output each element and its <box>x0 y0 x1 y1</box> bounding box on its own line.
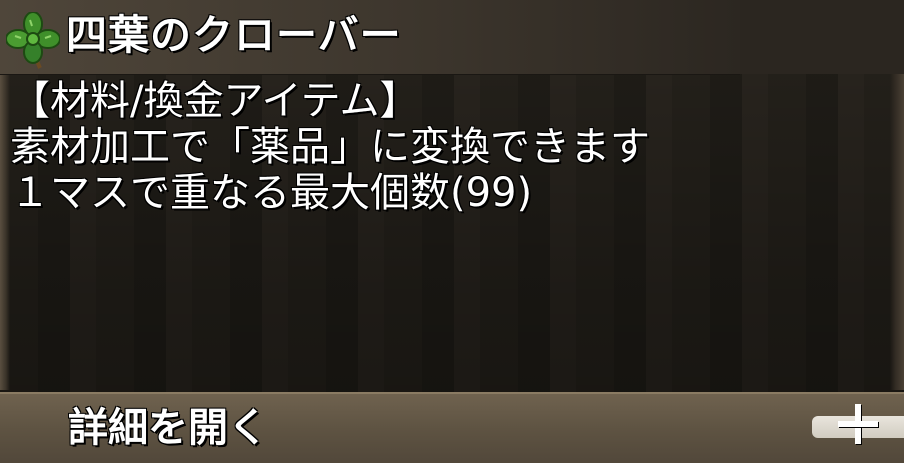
plus-icon[interactable] <box>836 402 880 446</box>
item-title-bar: 四葉のクローバー <box>0 0 740 75</box>
open-details-label: 詳細を開く <box>68 405 268 451</box>
item-name: 四葉のクローバー <box>66 11 402 59</box>
item-description: 【材料/換金アイテム】 素材加工で「薬品」に変換できます １マスで重なる最大個数… <box>10 78 890 216</box>
title-bar-filler <box>740 0 904 74</box>
item-usage-text: 素材加工で「薬品」に変換できます <box>10 124 650 170</box>
item-stack-limit: １マスで重なる最大個数(99) <box>10 170 533 216</box>
open-details-button[interactable]: 詳細を開く <box>0 392 904 463</box>
item-tooltip: 四葉のクローバー 【材料/換金アイテム】 素材加工で「薬品」に変換できます １マ… <box>0 0 904 463</box>
item-category: 【材料/換金アイテム】 <box>10 78 420 124</box>
four-leaf-clover-icon <box>5 11 61 70</box>
